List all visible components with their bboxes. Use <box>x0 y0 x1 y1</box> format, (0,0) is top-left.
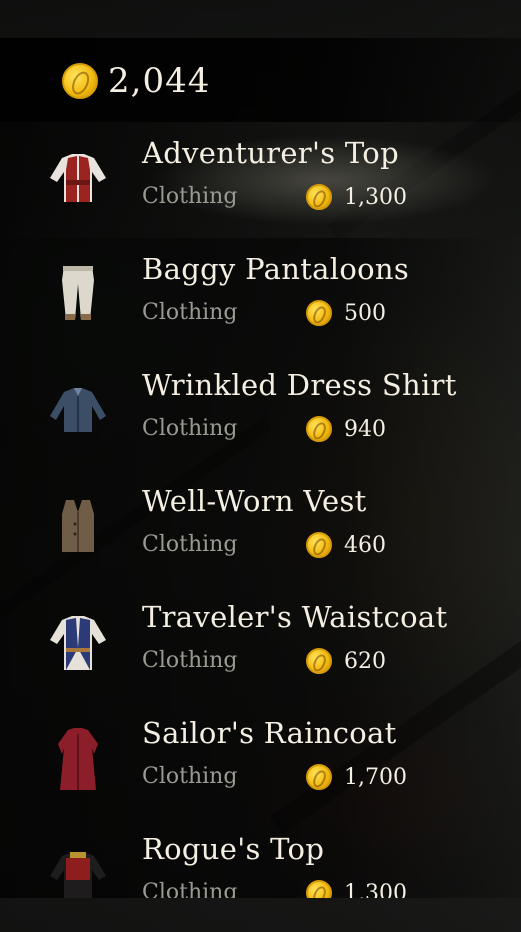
item-category: Clothing <box>142 532 238 557</box>
brown-vest-icon <box>62 500 94 552</box>
shop-item-wrinkled-dress-shirt[interactable]: Wrinkled Dress Shirt Clothing 940 <box>0 354 521 470</box>
item-name: Sailor's Raincoat <box>142 716 397 750</box>
shop-item-travelers-waistcoat[interactable]: Traveler's Waistcoat Clothing 620 <box>0 586 521 702</box>
gold-coin-icon <box>306 300 332 326</box>
item-price: 1,300 <box>306 880 407 898</box>
shop-item-adventurers-top[interactable]: Adventurer's Top Clothing 1,300 <box>0 122 521 238</box>
white-pants-icon <box>62 266 94 320</box>
item-name: Traveler's Waistcoat <box>142 600 448 634</box>
item-category: Clothing <box>142 880 238 898</box>
item-price-value: 620 <box>344 648 386 674</box>
item-price: 500 <box>306 300 386 326</box>
gold-coin-icon <box>62 63 98 99</box>
gold-coin-icon <box>306 764 332 790</box>
shop-item-list[interactable]: Adventurer's Top Clothing 1,300 Baggy Pa… <box>0 122 521 898</box>
red-vest-shirt-icon <box>50 154 106 202</box>
item-price-value: 1,300 <box>344 184 407 210</box>
item-category: Clothing <box>142 300 238 325</box>
item-category: Clothing <box>142 184 238 209</box>
blue-waistcoat-icon <box>50 616 106 670</box>
item-category: Clothing <box>142 764 238 789</box>
item-name: Baggy Pantaloons <box>142 252 410 286</box>
item-name: Rogue's Top <box>142 832 325 866</box>
gold-coin-icon <box>306 416 332 442</box>
shop-item-sailors-raincoat[interactable]: Sailor's Raincoat Clothing 1,700 <box>0 702 521 818</box>
item-category: Clothing <box>142 648 238 673</box>
black-red-top-icon <box>50 852 106 898</box>
item-price-value: 460 <box>344 532 386 558</box>
item-price: 620 <box>306 648 386 674</box>
red-raincoat-icon <box>58 728 98 790</box>
item-name: Adventurer's Top <box>142 136 399 170</box>
item-price: 940 <box>306 416 386 442</box>
gold-balance: 2,044 <box>62 58 210 104</box>
item-price: 1,700 <box>306 764 407 790</box>
gold-coin-icon <box>306 880 332 898</box>
shop-item-rogues-top[interactable]: Rogue's Top Clothing 1,300 <box>0 818 521 898</box>
item-category: Clothing <box>142 416 238 441</box>
item-price-value: 1,700 <box>344 764 407 790</box>
gold-coin-icon <box>306 184 332 210</box>
item-price-value: 500 <box>344 300 386 326</box>
item-price-value: 940 <box>344 416 386 442</box>
item-price: 1,300 <box>306 184 407 210</box>
item-price-value: 1,300 <box>344 880 407 899</box>
gold-balance-amount: 2,044 <box>108 61 211 101</box>
blue-dress-shirt-icon <box>50 388 106 432</box>
item-price: 460 <box>306 532 386 558</box>
gold-coin-icon <box>306 648 332 674</box>
shop-item-well-worn-vest[interactable]: Well-Worn Vest Clothing 460 <box>0 470 521 586</box>
item-name: Wrinkled Dress Shirt <box>142 368 457 402</box>
shop-item-baggy-pantaloons[interactable]: Baggy Pantaloons Clothing 500 <box>0 238 521 354</box>
item-name: Well-Worn Vest <box>142 484 367 518</box>
gold-coin-icon <box>306 532 332 558</box>
